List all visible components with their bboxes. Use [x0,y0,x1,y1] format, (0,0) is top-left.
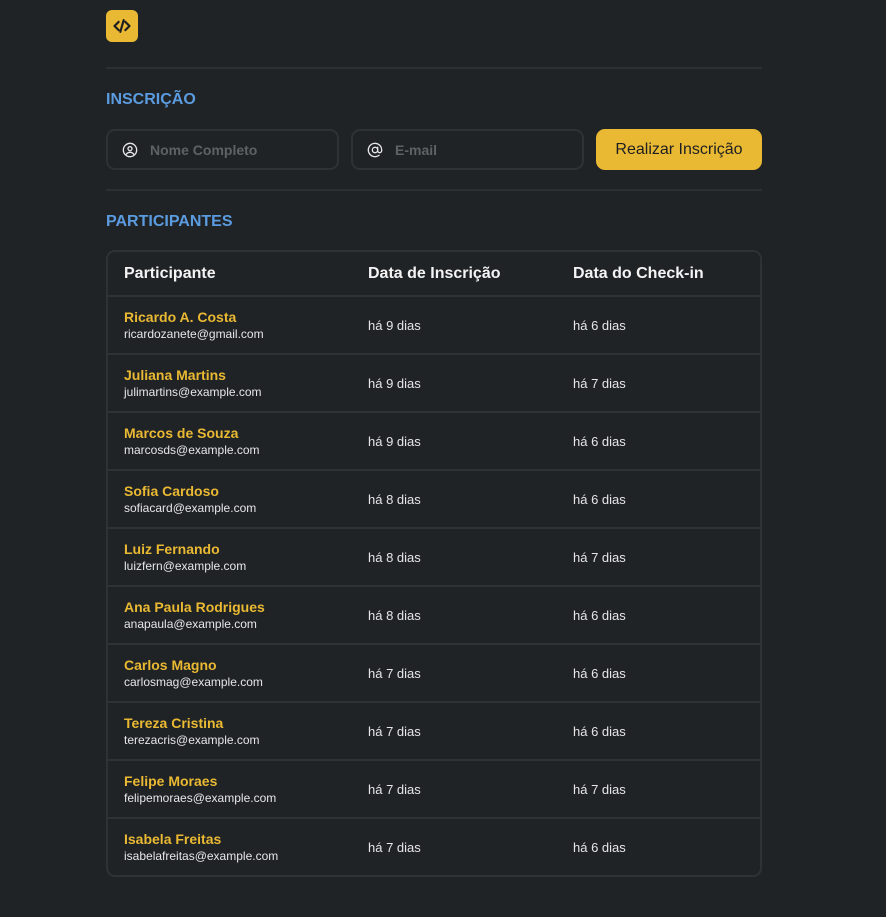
table-row: Ana Paula Rodrigues anapaula@example.com… [108,587,760,645]
table-row: Sofia Cardoso sofiacard@example.com há 8… [108,471,760,529]
participant-email: terezacris@example.com [124,733,260,747]
checkin-date: há 6 dias [573,608,626,623]
participant-name: Tereza Cristina [124,715,224,731]
participant-email: sofiacard@example.com [124,501,257,515]
table-row: Juliana Martins julimartins@example.com … [108,355,760,413]
participant-name: Luiz Fernando [124,541,220,557]
participant-email: anapaula@example.com [124,617,257,631]
participant-name: Sofia Cardoso [124,483,219,499]
checkin-date: há 6 dias [573,840,626,855]
column-header-checkin: Data do Check-in [573,265,704,282]
table-row: Luiz Fernando luizfern@example.com há 8 … [108,529,760,587]
signup-title: INSCRIÇÃO [106,91,196,108]
participant-email: carlosmag@example.com [124,675,263,689]
header-divider [106,67,762,69]
table-row: Isabela Freitas isabelafreitas@example.c… [108,819,760,875]
table-row: Felipe Moraes felipemoraes@example.com h… [108,761,760,819]
name-field[interactable] [106,129,339,170]
name-input[interactable] [150,141,320,158]
registration-date: há 8 dias [368,608,421,623]
code-icon [113,19,131,33]
participant-name: Ricardo A. Costa [124,309,237,325]
participants-table: Participante Data de Inscrição Data do C… [106,250,762,877]
column-header-participant: Participante [124,265,216,282]
participant-email: isabelafreitas@example.com [124,849,279,863]
participants-title: PARTICIPANTES [106,213,233,230]
email-field[interactable] [351,129,584,170]
registration-date: há 9 dias [368,434,421,449]
participant-name: Ana Paula Rodrigues [124,599,265,615]
section-divider [106,189,762,191]
participant-email: julimartins@example.com [124,385,262,399]
column-header-registered: Data de Inscrição [368,265,501,282]
registration-date: há 8 dias [368,550,421,565]
checkin-date: há 6 dias [573,666,626,681]
user-circle-icon [122,142,138,158]
participant-name: Marcos de Souza [124,425,239,441]
participant-name: Juliana Martins [124,367,226,383]
participant-name: Felipe Moraes [124,773,218,789]
at-sign-icon [367,142,383,158]
registration-date: há 8 dias [368,492,421,507]
app-logo [106,10,138,42]
registration-date: há 9 dias [368,318,421,333]
email-input[interactable] [395,141,565,158]
participant-email: marcosds@example.com [124,443,260,457]
participant-email: ricardozanete@gmail.com [124,327,264,341]
participant-name: Carlos Magno [124,657,217,673]
checkin-date: há 7 dias [573,376,626,391]
table-body: Ricardo A. Costa ricardozanete@gmail.com… [108,297,760,875]
table-row: Tereza Cristina terezacris@example.com h… [108,703,760,761]
checkin-date: há 6 dias [573,318,626,333]
submit-signup-button[interactable]: Realizar Inscrição [596,129,762,170]
checkin-date: há 7 dias [573,782,626,797]
checkin-date: há 6 dias [573,492,626,507]
participant-email: felipemoraes@example.com [124,791,277,805]
registration-date: há 9 dias [368,376,421,391]
table-row: Ricardo A. Costa ricardozanete@gmail.com… [108,297,760,355]
registration-date: há 7 dias [368,782,421,797]
checkin-date: há 6 dias [573,434,626,449]
participant-email: luizfern@example.com [124,559,247,573]
registration-date: há 7 dias [368,840,421,855]
table-row: Marcos de Souza marcosds@example.com há … [108,413,760,471]
registration-date: há 7 dias [368,724,421,739]
participant-name: Isabela Freitas [124,831,222,847]
checkin-date: há 6 dias [573,724,626,739]
registration-date: há 7 dias [368,666,421,681]
table-row: Carlos Magno carlosmag@example.com há 7 … [108,645,760,703]
checkin-date: há 7 dias [573,550,626,565]
table-header: Participante Data de Inscrição Data do C… [108,252,760,297]
